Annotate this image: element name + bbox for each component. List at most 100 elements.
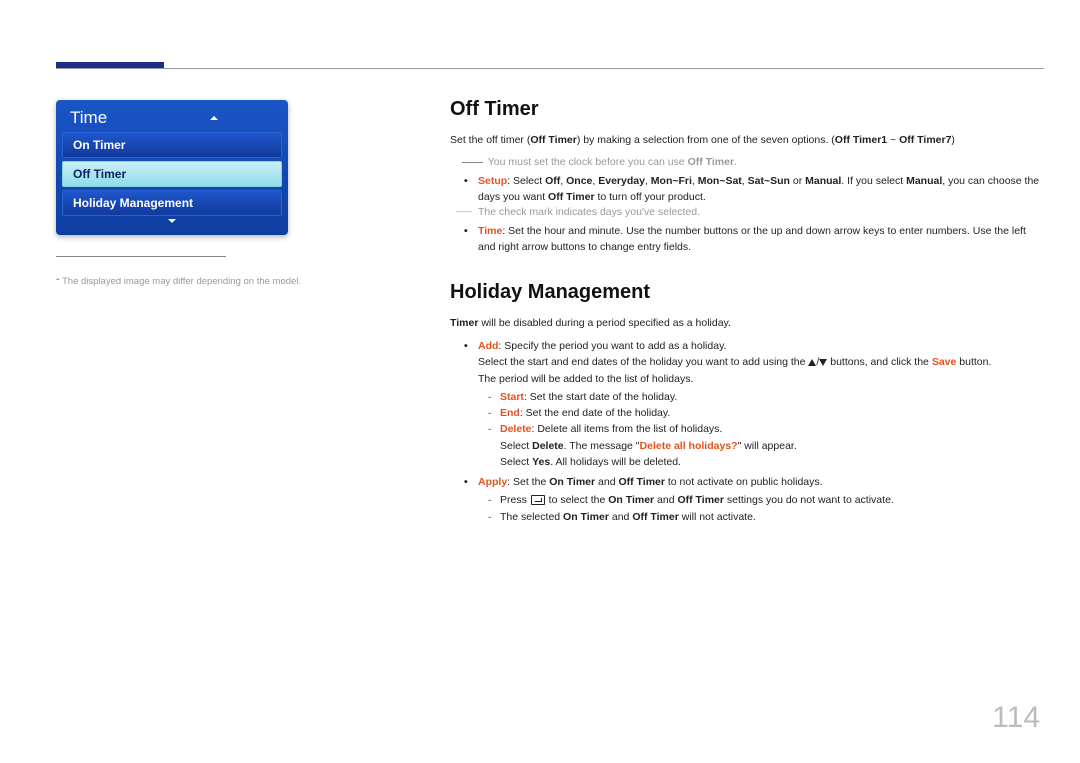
t: Off Timer1 <box>835 134 887 146</box>
t: Manual <box>906 175 942 187</box>
start-sub: Start: Set the start date of the holiday… <box>500 389 1044 405</box>
delete-sub: Delete: Delete all items from the list o… <box>500 421 1044 470</box>
t: Off Timer <box>632 511 678 523</box>
off-timer-intro: Set the off timer (Off Timer) by making … <box>450 133 1044 149</box>
t: " will appear. <box>738 440 797 452</box>
t: On Timer <box>549 476 595 488</box>
t: to turn off your product. <box>595 191 706 203</box>
apply-bullet: Apply: Set the On Timer and Off Timer to… <box>478 474 1044 525</box>
time-label: Time <box>478 225 502 237</box>
t: . <box>734 156 737 168</box>
off-timer-bullets: Setup: Select Off, Once, Everyday, Mon~F… <box>478 173 1044 256</box>
t: settings you do not want to activate. <box>724 494 894 506</box>
t: End <box>500 407 520 419</box>
t: . The message " <box>564 440 640 452</box>
t: Delete all holidays? <box>640 440 738 452</box>
t: The selected <box>500 511 563 523</box>
menu-item-on-timer[interactable]: On Timer <box>62 132 282 158</box>
checkmark-note: The check mark indicates days you've sel… <box>478 205 1044 221</box>
chevron-down-icon[interactable] <box>56 219 288 229</box>
triangle-up-icon <box>808 359 816 366</box>
holiday-intro: Timer will be disabled during a period s… <box>450 316 1044 332</box>
t: Off Timer <box>677 494 723 506</box>
t: Off Timer <box>688 156 734 168</box>
t: ~ <box>887 134 899 146</box>
t: button. <box>956 356 991 368</box>
t: Start <box>500 391 524 403</box>
apply-label: Apply <box>478 476 507 488</box>
t: : Set the start date of the holiday. <box>524 391 677 403</box>
t: or <box>790 175 805 187</box>
t: Select the start and end dates of the ho… <box>478 356 808 368</box>
time-bullet: Time: Set the hour and minute. Use the n… <box>478 223 1044 256</box>
end-sub: End: Set the end date of the holiday. <box>500 405 1044 421</box>
add-sub-list: Start: Set the start date of the holiday… <box>500 389 1044 470</box>
off-timer-heading: Off Timer <box>450 98 1044 121</box>
content-area: Off Timer Set the off timer (Off Timer) … <box>450 98 1044 531</box>
setup-label: Setup <box>478 175 507 187</box>
t: On Timer <box>608 494 654 506</box>
apply-sub1: Press to select the On Timer and Off Tim… <box>500 492 1044 508</box>
t: Once <box>566 175 592 187</box>
add-period-line: The period will be added to the list of … <box>478 371 1044 387</box>
note-dash-icon: - <box>56 273 60 285</box>
t: Off <box>545 175 560 187</box>
add-select-line: Select the start and end dates of the ho… <box>478 354 1044 370</box>
menu-item-off-timer[interactable]: Off Timer <box>62 161 282 187</box>
t: ) by making a selection from one of the … <box>577 134 835 146</box>
t: . If you select <box>841 175 906 187</box>
t: and <box>595 476 618 488</box>
t: ) <box>951 134 955 146</box>
t: Mon~Fri <box>651 175 692 187</box>
page-number: 114 <box>992 701 1040 735</box>
menu-panel: Time On Timer Off Timer Holiday Manageme… <box>56 100 288 235</box>
t: Delete <box>532 440 564 452</box>
setup-bullet: Setup: Select Off, Once, Everyday, Mon~F… <box>478 173 1044 221</box>
t: : Specify the period you want to add as … <box>498 340 726 352</box>
t: Off Timer <box>530 134 576 146</box>
delete-line3: Select Yes. All holidays will be deleted… <box>500 454 1044 470</box>
t: : Set the hour and minute. Use the numbe… <box>478 225 1026 253</box>
t: to not activate on public holidays. <box>665 476 823 488</box>
t: Timer <box>450 317 478 329</box>
t: Delete <box>500 423 532 435</box>
holiday-bullets: Add: Specify the period you want to add … <box>478 338 1044 525</box>
model-disclaimer: The displayed image may differ depending… <box>62 276 301 287</box>
chevron-up-icon[interactable] <box>210 116 218 120</box>
apply-sub-list: Press to select the On Timer and Off Tim… <box>500 492 1044 525</box>
t: and <box>609 511 632 523</box>
note-divider <box>56 256 226 257</box>
t: and <box>654 494 677 506</box>
off-timer-clock-note: ―― You must set the clock before you can… <box>462 155 1044 171</box>
t: : Select <box>507 175 545 187</box>
t: Off Timer <box>618 476 664 488</box>
t: Select <box>500 456 532 468</box>
t: buttons, and click the <box>827 356 931 368</box>
t: Mon~Sat <box>698 175 742 187</box>
menu-items: On Timer Off Timer Holiday Management <box>56 132 288 216</box>
t: You must set the clock before you can us… <box>488 156 688 168</box>
t: Select <box>500 440 532 452</box>
save-label: Save <box>932 356 957 368</box>
holiday-heading: Holiday Management <box>450 281 1044 304</box>
t: Press <box>500 494 530 506</box>
t: On Timer <box>563 511 609 523</box>
t: Yes <box>532 456 550 468</box>
t: : Set the end date of the holiday. <box>520 407 670 419</box>
menu-item-holiday-management[interactable]: Holiday Management <box>62 190 282 216</box>
t: . All holidays will be deleted. <box>550 456 681 468</box>
menu-title-text: Time <box>70 108 107 127</box>
t: Off Timer7 <box>899 134 951 146</box>
menu-title: Time <box>56 100 288 132</box>
t: to select the <box>546 494 608 506</box>
add-label: Add <box>478 340 498 352</box>
header-divider <box>56 68 1044 69</box>
delete-line2: Select Delete. The message "Delete all h… <box>500 438 1044 454</box>
t: will be disabled during a period specifi… <box>478 317 731 329</box>
t: Everyday <box>598 175 645 187</box>
add-bullet: Add: Specify the period you want to add … <box>478 338 1044 470</box>
t: : Set the <box>507 476 549 488</box>
t: Off Timer <box>548 191 594 203</box>
apply-sub2: The selected On Timer and Off Timer will… <box>500 509 1044 525</box>
t: Manual <box>805 175 841 187</box>
